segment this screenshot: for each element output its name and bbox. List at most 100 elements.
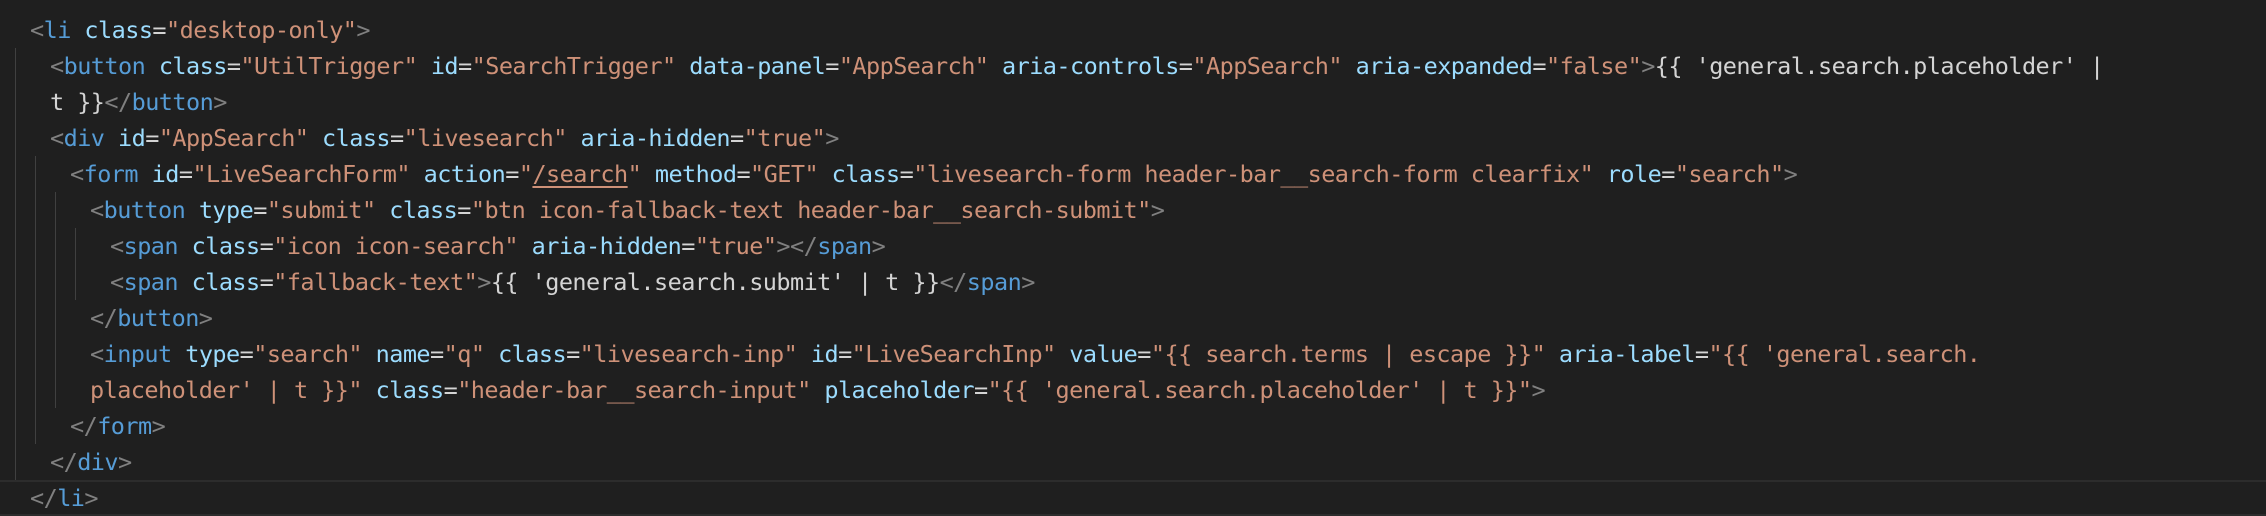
code-token: = — [457, 196, 471, 224]
code-token: data-panel — [689, 52, 826, 80]
code-line-text: placeholder' | t }}" class="header-bar__… — [90, 372, 1546, 408]
code-token: span — [817, 232, 872, 260]
code-token: = — [1137, 340, 1151, 368]
code-token: " — [627, 160, 642, 188]
indent-guide — [35, 264, 36, 300]
code-token: "submit" — [266, 196, 376, 224]
indent-guide — [15, 228, 16, 264]
code-line[interactable]: <form id="LiveSearchForm" action="/searc… — [0, 156, 2266, 192]
code-token: > — [1783, 160, 1798, 188]
indent-guide — [15, 120, 16, 156]
code-line[interactable]: <button class="UtilTrigger" id="SearchTr… — [0, 48, 2266, 84]
code-token: span — [966, 268, 1022, 296]
code-token: = — [566, 340, 580, 368]
code-token: button — [131, 88, 214, 116]
code-token: = — [730, 124, 744, 152]
code-line[interactable]: </div> — [0, 444, 2266, 480]
code-token: = — [152, 16, 167, 44]
code-token: = — [736, 160, 751, 188]
code-token: /search — [532, 160, 628, 188]
code-token: = — [390, 124, 404, 152]
code-editor[interactable]: <li class="desktop-only"> <button class="… — [0, 0, 2266, 516]
code-token: < — [50, 52, 64, 80]
code-line-text: <li class="desktop-only"> — [30, 12, 371, 48]
indent-guide — [55, 228, 56, 264]
code-line[interactable]: </button> — [0, 300, 2266, 336]
code-token: > — [1021, 268, 1035, 296]
indent-guide — [35, 192, 36, 228]
code-token: "LiveSearchForm" — [192, 160, 411, 188]
code-line[interactable]: <span class="icon icon-search" aria-hidd… — [0, 228, 2266, 264]
indent-guide — [55, 372, 56, 408]
code-line[interactable]: </li> — [0, 480, 2266, 516]
code-line[interactable]: t }}</button> — [0, 84, 2266, 120]
code-line-text: <button class="UtilTrigger" id="SearchTr… — [50, 48, 2104, 84]
indent-guide — [15, 48, 16, 84]
code-token: aria-controls — [1002, 52, 1179, 80]
code-line[interactable]: <span class="fallback-text">{{ 'general.… — [0, 264, 2266, 300]
code-token: form — [83, 160, 139, 188]
code-lines: <li class="desktop-only"> <button class="… — [0, 12, 2266, 516]
indent-guide — [15, 372, 16, 408]
code-token: "AppSearch" — [1192, 52, 1342, 80]
code-token: = — [443, 376, 458, 404]
code-token: div — [63, 124, 105, 152]
indent-guide — [75, 228, 76, 264]
indent-guide — [15, 300, 16, 336]
code-token: = — [838, 340, 852, 368]
code-token: = — [259, 268, 274, 296]
code-token: "{{ search.terms | escape }}" — [1150, 340, 1546, 368]
code-token: > — [825, 124, 839, 152]
code-line[interactable]: <button type="submit" class="btn icon-fa… — [0, 192, 2266, 228]
code-line[interactable]: </form> — [0, 408, 2266, 444]
code-token: value — [1069, 340, 1138, 368]
code-token: id — [810, 340, 839, 368]
indent-guide — [35, 408, 36, 444]
code-token: placeholder — [824, 376, 974, 404]
code-token: class — [322, 124, 391, 152]
code-token: action — [423, 160, 506, 188]
code-token: > — [84, 484, 99, 512]
code-line-text: <div id="AppSearch" class="livesearch" a… — [50, 120, 839, 156]
code-token: > — [1641, 52, 1655, 80]
code-token: = — [430, 340, 444, 368]
code-token: < — [50, 124, 64, 152]
code-token: li — [57, 484, 85, 512]
code-token: = — [253, 196, 267, 224]
code-token: </ — [30, 484, 58, 512]
code-token: button — [117, 304, 199, 332]
indent-guide — [35, 228, 36, 264]
code-token: form — [97, 412, 152, 440]
code-line[interactable]: <div id="AppSearch" class="livesearch" a… — [0, 120, 2266, 156]
code-token: </ — [90, 304, 118, 332]
code-line-text: <input type="search" name="q" class="liv… — [90, 336, 1981, 372]
code-line[interactable]: <li class="desktop-only"> — [0, 12, 2266, 48]
code-token: = — [973, 376, 988, 404]
code-token: < — [90, 196, 104, 224]
code-line[interactable]: <input type="search" name="q" class="liv… — [0, 336, 2266, 372]
code-token: > — [198, 304, 213, 332]
indent-guide — [35, 336, 36, 372]
code-token: id — [151, 160, 180, 188]
code-token: = — [825, 52, 839, 80]
code-token: input — [103, 340, 173, 368]
indent-guide — [15, 156, 16, 192]
code-token: t }} — [50, 88, 105, 116]
code-token: "fallback-text" — [273, 268, 478, 296]
code-token: = — [505, 160, 519, 188]
code-line-text: t }}</button> — [50, 84, 227, 120]
code-line[interactable]: placeholder' | t }}" class="header-bar__… — [0, 372, 2266, 408]
code-token: class — [191, 268, 261, 296]
code-line-text: <form id="LiveSearchForm" action="/searc… — [70, 156, 1798, 192]
code-token: < — [110, 232, 124, 260]
indent-guide — [15, 264, 16, 300]
code-token: "search" — [253, 340, 363, 368]
